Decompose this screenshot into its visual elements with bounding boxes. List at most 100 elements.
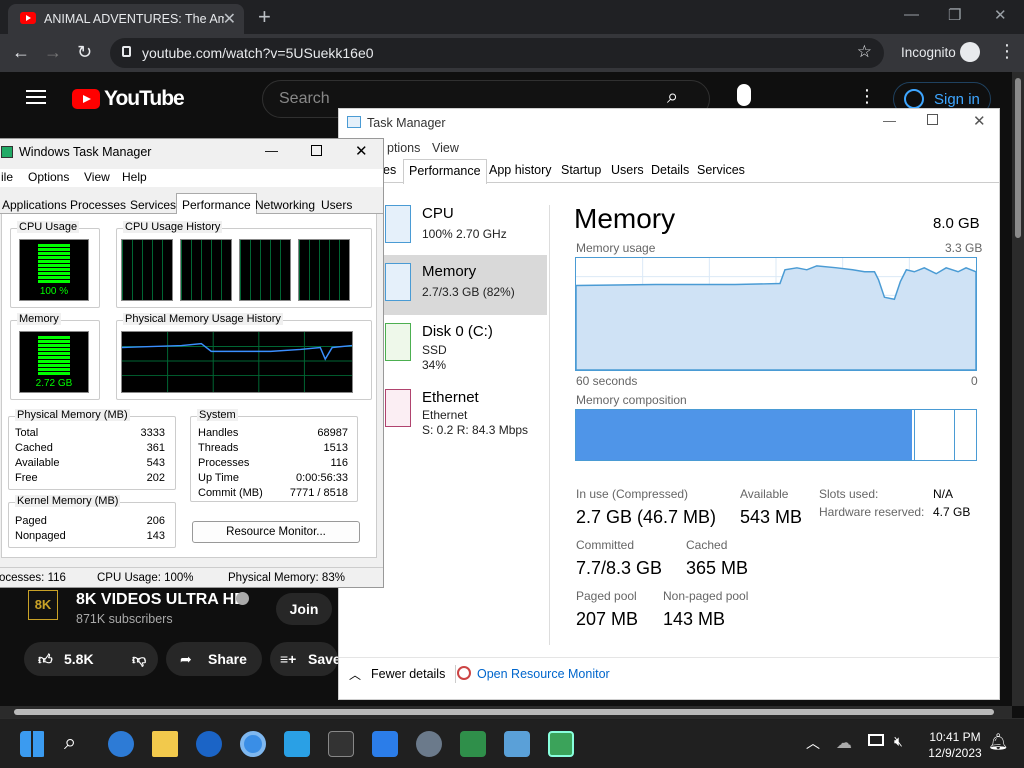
task-manager-taskbar-icon[interactable] bbox=[548, 731, 574, 757]
settings-icon[interactable] bbox=[416, 731, 442, 757]
page-scrollbar[interactable] bbox=[1012, 72, 1024, 706]
fewer-details-link[interactable]: Fewer details bbox=[371, 667, 445, 681]
search-icon[interactable]: ⌕ bbox=[667, 86, 678, 109]
tab-details[interactable]: Details bbox=[651, 163, 689, 177]
memory-usage-graph bbox=[575, 257, 977, 371]
tab-performance[interactable]: Performance bbox=[403, 159, 487, 184]
cloud-icon[interactable]: ☁ bbox=[836, 733, 852, 753]
paged-pool-label: Paged pool bbox=[576, 589, 637, 603]
menu-options[interactable]: ptions bbox=[387, 141, 420, 155]
save-icon: ≡+ bbox=[280, 651, 297, 667]
memory-group: Memory 2.72 GB bbox=[10, 313, 100, 400]
menu-view[interactable]: View bbox=[432, 141, 459, 155]
new-tab-icon[interactable]: + bbox=[258, 4, 271, 30]
save-button[interactable]: ≡+ Save bbox=[270, 642, 341, 676]
clock[interactable]: 10:41 PM 12/9/2023 bbox=[916, 729, 994, 761]
minimize-icon[interactable]: — bbox=[265, 143, 278, 158]
settings-menu-icon[interactable]: ⋮ bbox=[858, 86, 876, 107]
volume-muted-icon[interactable]: 🔇︎ bbox=[894, 733, 903, 750]
network-icon[interactable] bbox=[868, 734, 884, 746]
microphone-icon[interactable] bbox=[737, 84, 751, 106]
save-label: Save bbox=[308, 651, 341, 667]
resource-monitor-icon[interactable] bbox=[504, 731, 530, 757]
photos-icon[interactable] bbox=[284, 731, 310, 757]
memory-history-graph bbox=[121, 331, 353, 393]
usage-max: 3.3 GB bbox=[945, 241, 983, 255]
clock-date: 12/9/2023 bbox=[928, 746, 982, 760]
minimize-icon[interactable]: — bbox=[883, 113, 896, 128]
chrome-menu-icon[interactable]: ⋮ bbox=[998, 41, 1016, 62]
chevron-up-icon[interactable]: ︿ bbox=[806, 733, 820, 753]
physical-memory-history-group: Physical Memory Usage History bbox=[116, 313, 372, 400]
like-button[interactable]: 👍︎ 5.8K 👎︎ bbox=[24, 642, 158, 676]
tab-networking[interactable]: Networking bbox=[255, 198, 315, 212]
incognito-icon[interactable] bbox=[960, 42, 980, 62]
terminal-icon[interactable] bbox=[328, 731, 354, 757]
chrome-icon[interactable] bbox=[240, 731, 266, 757]
stat-row: Available 543 bbox=[15, 457, 165, 469]
resource-monitor-icon bbox=[457, 666, 471, 680]
maximize-icon[interactable] bbox=[927, 114, 938, 125]
browser-tab[interactable]: ANIMAL ADVENTURES: The Amazing ✕ bbox=[8, 4, 244, 34]
sidebar-sub: S: 0.2 R: 84.3 Mbps bbox=[422, 423, 529, 437]
horizontal-scrollbar[interactable] bbox=[0, 706, 1012, 718]
minimize-icon[interactable]: — bbox=[904, 6, 919, 23]
stat-row: Total 3333 bbox=[15, 427, 165, 439]
close-icon[interactable]: ✕ bbox=[973, 112, 986, 130]
usage-label: Memory usage bbox=[576, 241, 656, 255]
menu-file[interactable]: ile bbox=[1, 170, 13, 184]
tab-performance[interactable]: Performance bbox=[176, 193, 257, 214]
stat-row: Up Time 0:00:56:33 bbox=[198, 472, 348, 484]
memory-value: 2.72 GB bbox=[35, 378, 73, 389]
cpu-mini-graph bbox=[385, 205, 411, 243]
sidebar-label: CPU bbox=[422, 205, 454, 222]
address-bar[interactable]: youtube.com/watch?v=5USuekk16e0 ☆ bbox=[110, 38, 884, 68]
youtube-logo-icon[interactable] bbox=[72, 89, 100, 109]
notepad-icon[interactable] bbox=[372, 731, 398, 757]
tab-users[interactable]: Users bbox=[321, 198, 352, 212]
app-icon[interactable] bbox=[460, 731, 486, 757]
tab-app-history[interactable]: App history bbox=[489, 163, 552, 177]
tab-bar: Applications Processes Services Performa… bbox=[0, 193, 383, 214]
task-manager-icon bbox=[1, 146, 13, 158]
tab-bar: es Performance App history Startup Users… bbox=[339, 159, 1000, 184]
tab-applications[interactable]: Applications bbox=[2, 198, 67, 212]
menu-options[interactable]: Options bbox=[28, 170, 69, 184]
tab-services[interactable]: Services bbox=[130, 198, 176, 212]
edge-icon[interactable] bbox=[108, 731, 134, 757]
close-icon[interactable]: ✕ bbox=[355, 142, 368, 160]
open-resource-monitor-link[interactable]: Open Resource Monitor bbox=[477, 667, 610, 681]
firefox-icon[interactable] bbox=[196, 731, 222, 757]
menu-help[interactable]: Help bbox=[122, 170, 147, 184]
share-button[interactable]: ➦ Share bbox=[166, 642, 262, 676]
tab-users[interactable]: Users bbox=[611, 163, 644, 177]
youtube-favicon-icon bbox=[20, 12, 36, 24]
resource-monitor-button[interactable]: Resource Monitor... bbox=[192, 521, 360, 543]
thumbs-down-icon[interactable]: 👎︎ bbox=[132, 642, 146, 676]
search-icon[interactable]: ⌕ bbox=[64, 729, 76, 755]
tab-processes[interactable]: Processes bbox=[70, 198, 126, 212]
committed-value: 7.7/8.3 GB bbox=[576, 558, 663, 578]
forward-icon[interactable]: → bbox=[44, 42, 62, 63]
windows-start-icon[interactable] bbox=[20, 731, 46, 757]
tab-startup[interactable]: Startup bbox=[561, 163, 601, 177]
join-button[interactable]: Join bbox=[276, 593, 332, 625]
chevron-up-icon[interactable]: ︿ bbox=[349, 666, 361, 683]
close-tab-icon[interactable]: ✕ bbox=[223, 9, 236, 29]
reload-icon[interactable]: ↻ bbox=[77, 42, 92, 63]
sidebar-sub: 100% 2.70 GHz bbox=[422, 227, 507, 241]
channel-avatar[interactable]: 8K bbox=[28, 590, 58, 620]
hamburger-menu-icon[interactable] bbox=[26, 90, 46, 104]
notification-bell-icon[interactable]: 🔔︎ bbox=[988, 732, 1008, 752]
maximize-icon[interactable] bbox=[311, 145, 322, 156]
bookmark-star-icon[interactable]: ☆ bbox=[857, 42, 872, 62]
restore-icon[interactable]: ❐ bbox=[948, 6, 961, 24]
back-icon[interactable]: ← bbox=[12, 42, 30, 63]
close-window-icon[interactable]: ✕ bbox=[994, 6, 1007, 24]
tab-services[interactable]: Services bbox=[697, 163, 745, 177]
file-explorer-icon[interactable] bbox=[152, 731, 178, 757]
tab-processes[interactable]: es bbox=[383, 163, 396, 177]
youtube-wordmark[interactable]: YouTube bbox=[104, 87, 185, 111]
channel-name[interactable]: 8K VIDEOS ULTRA HD bbox=[76, 591, 246, 609]
menu-view[interactable]: View bbox=[84, 170, 110, 184]
